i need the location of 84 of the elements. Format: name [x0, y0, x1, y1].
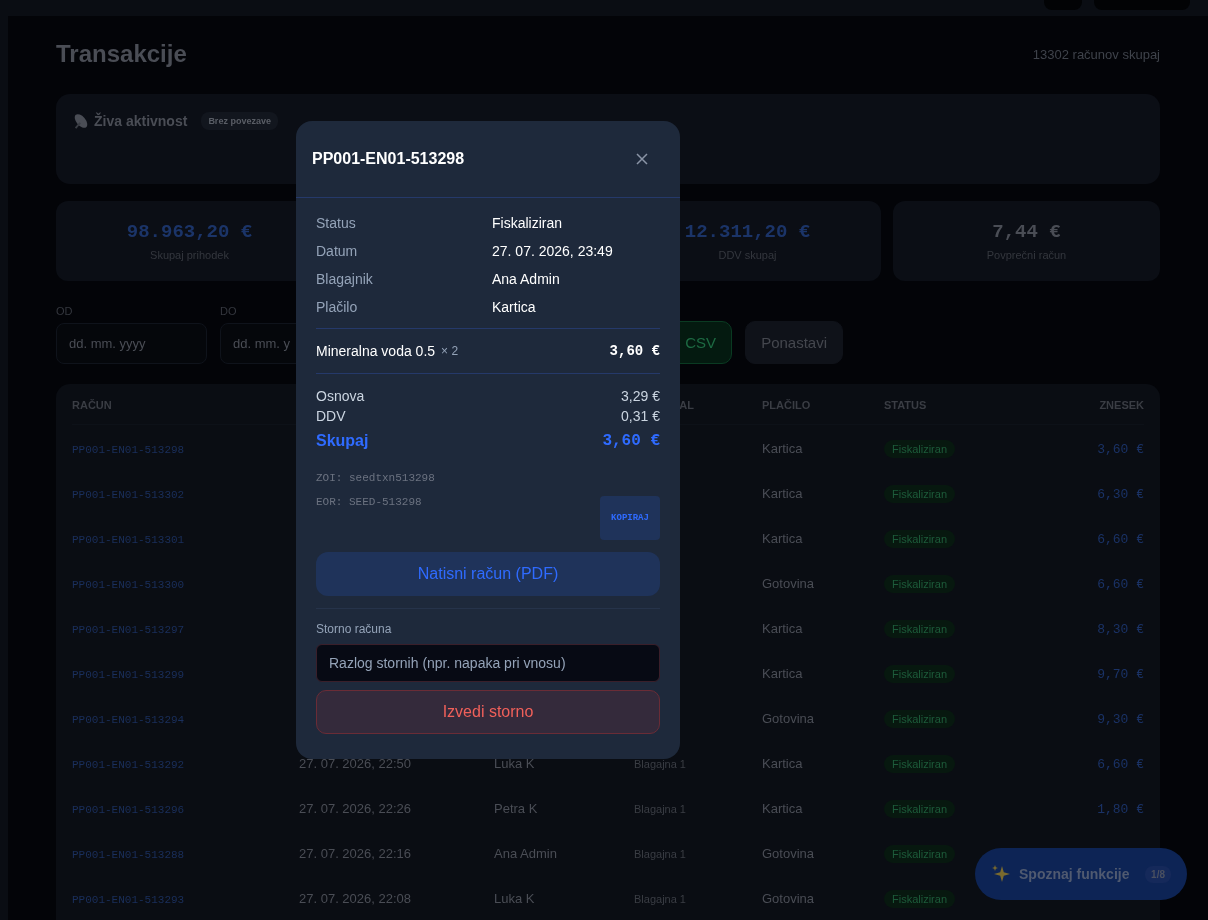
invoice-link[interactable]: PP001-EN01-513288 — [72, 848, 185, 861]
tour-label: Spoznaj funkcije — [1019, 866, 1130, 882]
table-cell: Gotovina — [762, 710, 815, 726]
table-cell: Kartica — [762, 665, 803, 681]
total-label: DDV — [316, 408, 346, 424]
table-cell: Kartica — [762, 755, 803, 771]
status-badge: Fiskaliziran — [884, 889, 955, 908]
reason-field[interactable]: Razlog stornih (npr. napaka pri vnosu) — [316, 644, 660, 682]
status-badge: Fiskaliziran — [884, 754, 955, 773]
invoice-count: 13302 računov skupaj — [1032, 46, 1160, 62]
table-cell: Kartica — [762, 800, 803, 816]
status-badge: Fiskaliziran — [884, 709, 955, 728]
invoice-link[interactable]: PP001-EN01-513294 — [72, 713, 185, 726]
table-cell: Gotovina — [762, 845, 815, 861]
invoice-link[interactable]: PP001-EN01-513298 — [72, 443, 185, 456]
field-value: 27. 07. 2026, 23:49 — [492, 242, 614, 260]
invoice-link[interactable]: PP001-EN01-513301 — [72, 533, 185, 546]
field-value: Kartica — [492, 298, 537, 316]
print-button[interactable]: Natisni račun (PDF) — [316, 552, 660, 596]
close-button[interactable] — [634, 151, 650, 167]
table-cell: 3,60 € — [1097, 441, 1144, 457]
status-badge: Fiskaliziran — [884, 619, 955, 638]
invoice-link[interactable]: PP001-EN01-513296 — [72, 803, 185, 816]
date-field[interactable]: dd. mm. yyyy — [56, 323, 207, 364]
table-cell: Luka K — [494, 890, 535, 906]
storno-label: Storno računa — [316, 622, 393, 636]
status-badge: Fiskaliziran — [884, 844, 955, 863]
table-cell: 6,60 € — [1097, 531, 1144, 547]
invoice-link[interactable]: PP001-EN01-513299 — [72, 668, 185, 681]
stat-value: 12.311,20 € — [684, 221, 811, 243]
table-cell: 27. 07. 2026, 22:08 — [299, 890, 412, 906]
item-quantity: × 2 — [441, 344, 459, 358]
invoice-link[interactable]: PP001-EN01-513293 — [72, 893, 185, 906]
status-badge: Fiskaliziran — [884, 439, 955, 458]
total-label: Osnova — [316, 388, 365, 404]
zoi-code: ZOI: seedtxn513298 — [316, 472, 436, 484]
stat-value: 98.963,20 € — [126, 221, 253, 243]
invoice-link[interactable]: PP001-EN01-513297 — [72, 623, 185, 636]
invoice-link[interactable]: PP001-EN01-513300 — [72, 578, 185, 591]
field-value: Fiskaliziran — [492, 214, 563, 232]
field-value: Ana Admin — [492, 270, 561, 288]
table-cell: 6,30 € — [1097, 486, 1144, 502]
status-badge: Fiskaliziran — [884, 529, 955, 548]
status-badge: Fiskaliziran — [884, 484, 955, 503]
table-cell: 9,70 € — [1097, 666, 1144, 682]
connection-badge: Brez povezave — [201, 112, 278, 130]
live-activity-title: Živa aktivnost — [94, 113, 188, 129]
status-badge: Fiskaliziran — [884, 664, 955, 683]
field-label: Blagajnik — [316, 270, 374, 288]
stat-value: 7,44 € — [992, 221, 1061, 243]
table-cell: Kartica — [762, 440, 803, 456]
table-cell: Kartica — [762, 620, 803, 636]
total-label: Skupaj — [316, 432, 369, 450]
satellite-dish-icon — [72, 112, 90, 130]
page-title: Transakcije — [56, 40, 187, 68]
total-value: 0,31 € — [621, 408, 660, 424]
status-badge: Fiskaliziran — [884, 574, 955, 593]
status-badge: Fiskaliziran — [884, 799, 955, 818]
eor-code: EOR: SEED-513298 — [316, 496, 422, 508]
table-cell: 6,60 € — [1097, 756, 1144, 772]
table-cell: Gotovina — [762, 890, 815, 906]
table-cell: 27. 07. 2026, 22:16 — [299, 845, 412, 861]
table-cell: Gotovina — [762, 575, 815, 591]
field-label: Plačilo — [316, 298, 359, 316]
table-cell: Ana Admin — [494, 845, 557, 861]
table-cell: 1,80 € — [1097, 801, 1144, 817]
table-cell: Luka K — [494, 755, 535, 771]
dialog-title: PP001-EN01-513298 — [312, 150, 465, 168]
table-cell: Kartica — [762, 485, 803, 501]
invoice-link[interactable]: PP001-EN01-513302 — [72, 488, 185, 501]
field-label: Status — [316, 214, 357, 232]
table-cell: 6,60 € — [1097, 576, 1144, 592]
table-cell: Petra K — [494, 800, 538, 816]
table-cell: 27. 07. 2026, 22:50 — [299, 755, 412, 771]
table-cell: 9,30 € — [1097, 711, 1144, 727]
total-value: 3,29 € — [621, 388, 660, 404]
field-label: Datum — [316, 242, 359, 260]
invoice-link[interactable]: PP001-EN01-513292 — [72, 758, 185, 771]
copy-button[interactable]: KOPIRAJ — [600, 496, 660, 540]
table-cell: Kartica — [762, 530, 803, 546]
storno-button[interactable]: Izvedi storno — [316, 690, 660, 734]
total-value: 3,60 € — [602, 432, 660, 450]
table-cell: 27. 07. 2026, 22:26 — [299, 800, 412, 816]
table-cell: 8,30 € — [1097, 621, 1144, 637]
